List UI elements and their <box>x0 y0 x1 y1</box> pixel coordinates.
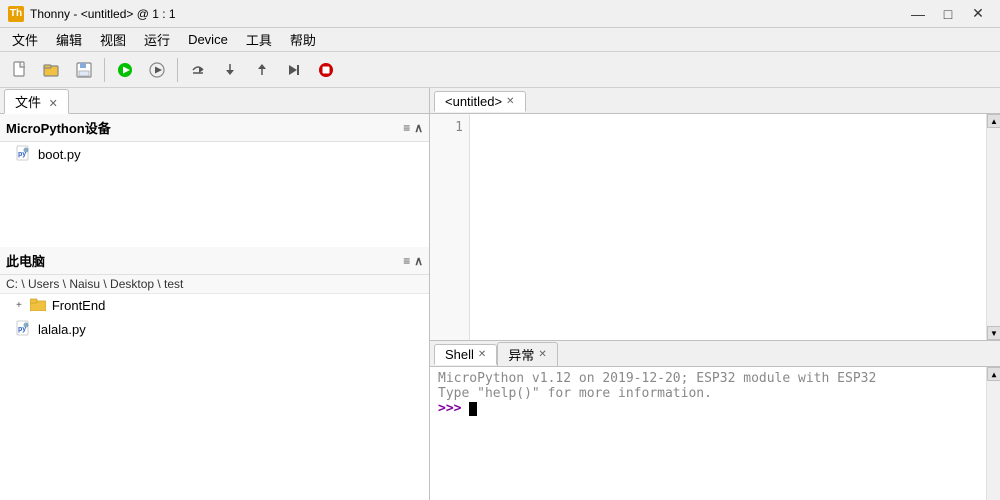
stop-button[interactable] <box>312 56 340 84</box>
local-expand-icon[interactable]: ∧ <box>414 254 423 268</box>
app-icon: Th <box>8 6 24 22</box>
shell-scrollbar[interactable]: ▲ <box>986 367 1000 500</box>
empty-space-micropython <box>0 167 429 247</box>
shell-tab-close[interactable]: ✕ <box>478 349 486 360</box>
shell-cursor <box>469 402 477 416</box>
shell-tab-shell[interactable]: Shell ✕ <box>434 344 497 365</box>
minimize-button[interactable]: — <box>904 4 932 24</box>
local-section-header: 此电脑 ≡ ∧ <box>0 247 429 275</box>
left-panel: 文件 ✕ MicroPython设备 ≡ ∧ py <box>0 88 430 500</box>
micropython-section-header: MicroPython设备 ≡ ∧ <box>0 114 429 142</box>
folder-toggle-icon: + <box>16 300 22 311</box>
menu-device[interactable]: Device <box>180 30 236 49</box>
step-into-button[interactable] <box>216 56 244 84</box>
new-file-button[interactable] <box>6 56 34 84</box>
menu-help[interactable]: 帮助 <box>282 28 324 51</box>
open-file-button[interactable] <box>38 56 66 84</box>
shell-content[interactable]: MicroPython v1.12 on 2019-12-20; ESP32 m… <box>430 367 1000 500</box>
editor-content[interactable] <box>470 114 986 340</box>
shell-info-line1: MicroPython v1.12 on 2019-12-20; ESP32 m… <box>438 371 992 386</box>
shell-prompt: >>> <box>438 401 469 416</box>
title-bar-left: Th Thonny - <untitled> @ 1 : 1 <box>8 6 176 22</box>
toolbar-separator-1 <box>104 58 105 82</box>
resume-button[interactable] <box>280 56 308 84</box>
editor-scroll-up[interactable]: ▲ <box>987 114 1000 128</box>
menu-bar: 文件 编辑 视图 运行 Device 工具 帮助 <box>0 28 1000 52</box>
editor-tab-untitled[interactable]: <untitled> ✕ <box>434 91 526 112</box>
file-tab-bar: 文件 ✕ <box>0 88 429 114</box>
editor-scroll-down[interactable]: ▼ <box>987 326 1000 340</box>
py-file-icon: py <box>16 145 32 164</box>
shell-prompt-line: >>> <box>438 401 992 416</box>
save-file-button[interactable] <box>70 56 98 84</box>
local-path: C: \ Users \ Naisu \ Desktop \ test <box>0 275 429 294</box>
menu-tools[interactable]: 工具 <box>238 28 280 51</box>
py-file-icon-lalala: py <box>16 320 32 339</box>
window-title: Thonny - <untitled> @ 1 : 1 <box>30 7 176 21</box>
file-item-boot-py[interactable]: py boot.py <box>0 142 429 167</box>
step-over-button[interactable] <box>184 56 212 84</box>
editor-tab-bar: <untitled> ✕ <box>430 88 1000 114</box>
line-number-1: 1 <box>430 118 463 138</box>
maximize-button[interactable]: □ <box>934 4 962 24</box>
menu-view[interactable]: 视图 <box>92 28 134 51</box>
line-numbers: 1 <box>430 114 470 340</box>
file-tab[interactable]: 文件 ✕ <box>4 89 69 114</box>
local-header-icons: ≡ ∧ <box>403 254 423 268</box>
micropython-menu-icon[interactable]: ≡ <box>403 121 410 135</box>
file-item-lalala-py[interactable]: py lalala.py <box>0 317 429 342</box>
run-button[interactable] <box>111 56 139 84</box>
shell-info-line2: Type "help()" for more information. <box>438 386 992 401</box>
local-menu-icon[interactable]: ≡ <box>403 254 410 268</box>
right-panel: <untitled> ✕ 1 ▲ ▼ <box>430 88 1000 500</box>
file-item-frontend[interactable]: + FrontEnd <box>0 294 429 317</box>
shell-tab-exception[interactable]: 异常 ✕ <box>497 342 557 367</box>
shell-tab-bar: Shell ✕ 异常 ✕ <box>430 341 1000 367</box>
file-tab-close[interactable]: ✕ <box>49 98 58 110</box>
editor-area: 1 ▲ ▼ <box>430 114 1000 340</box>
exception-tab-close[interactable]: ✕ <box>538 349 546 360</box>
step-out-button[interactable] <box>248 56 276 84</box>
editor-tab-close[interactable]: ✕ <box>506 96 514 107</box>
micropython-expand-icon[interactable]: ∧ <box>414 121 423 135</box>
toolbar-separator-2 <box>177 58 178 82</box>
micropython-header-icons: ≡ ∧ <box>403 121 423 135</box>
main-content: 文件 ✕ MicroPython设备 ≡ ∧ py <box>0 88 1000 500</box>
menu-run[interactable]: 运行 <box>136 28 178 51</box>
menu-edit[interactable]: 编辑 <box>48 28 90 51</box>
shell-scroll-up[interactable]: ▲ <box>987 367 1000 381</box>
close-button[interactable]: ✕ <box>964 4 992 24</box>
editor-scrollbar[interactable]: ▲ ▼ <box>986 114 1000 340</box>
folder-icon-frontend <box>30 297 46 314</box>
window-controls: — □ ✕ <box>904 4 992 24</box>
bottom-panel: Shell ✕ 异常 ✕ MicroPython v1.12 on 2019-1… <box>430 340 1000 500</box>
file-browser: MicroPython设备 ≡ ∧ py boot.py <box>0 114 429 500</box>
debug-button[interactable] <box>143 56 171 84</box>
menu-file[interactable]: 文件 <box>4 28 46 51</box>
title-bar: Th Thonny - <untitled> @ 1 : 1 — □ ✕ <box>0 0 1000 28</box>
toolbar <box>0 52 1000 88</box>
